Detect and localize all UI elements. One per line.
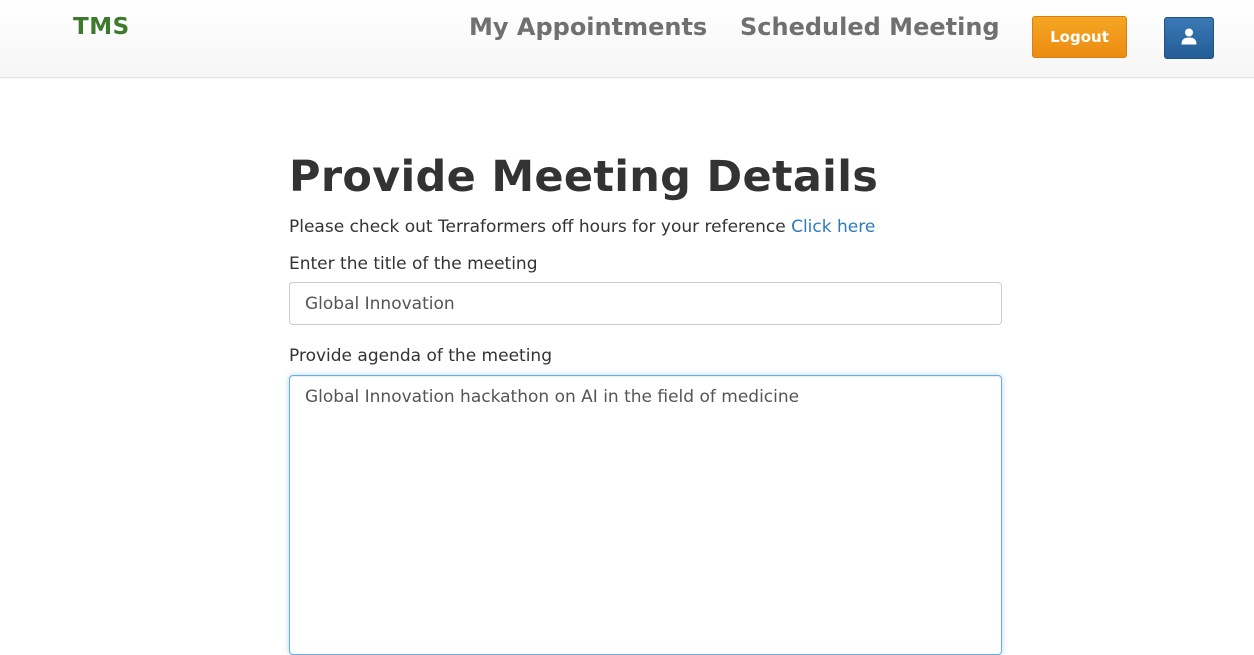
off-hours-link[interactable]: Click here xyxy=(791,217,875,237)
top-navbar: TMS My Appointments Scheduled Meeting Lo… xyxy=(0,0,1254,78)
user-icon xyxy=(1181,28,1197,48)
logout-button[interactable]: Logout xyxy=(1032,16,1127,58)
meeting-details-form: Provide Meeting Details Please check out… xyxy=(289,150,1002,655)
nav-link-my-appointments[interactable]: My Appointments xyxy=(469,13,707,41)
meeting-title-label: Enter the title of the meeting xyxy=(289,254,538,274)
nav-link-scheduled-meeting[interactable]: Scheduled Meeting xyxy=(740,13,1000,41)
meeting-agenda-label: Provide agenda of the meeting xyxy=(289,346,552,366)
page-title: Provide Meeting Details xyxy=(289,152,879,202)
off-hours-info: Please check out Terraformers off hours … xyxy=(289,215,1002,239)
off-hours-info-text: Please check out Terraformers off hours … xyxy=(289,217,792,237)
meeting-agenda-textarea[interactable]: Global Innovation hackathon on AI in the… xyxy=(289,375,1002,655)
meeting-title-input[interactable] xyxy=(289,282,1002,325)
brand-logo[interactable]: TMS xyxy=(73,14,130,40)
user-profile-button[interactable] xyxy=(1164,17,1214,59)
